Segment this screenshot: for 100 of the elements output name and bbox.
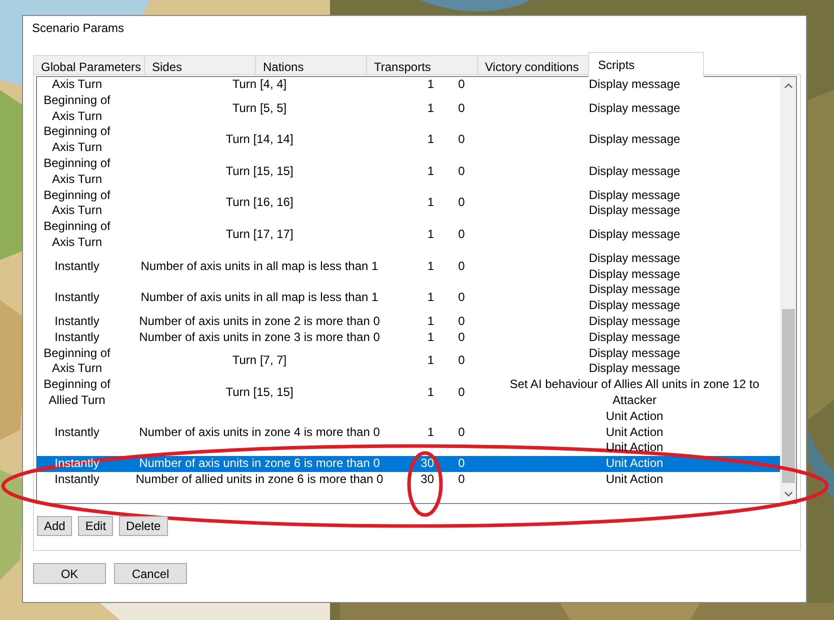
table-cell: 1 [427, 290, 434, 306]
list-button[interactable]: Delete [119, 516, 168, 536]
table-cell: Display message [588, 361, 680, 378]
table-cell: 0 [458, 456, 465, 472]
table-cell: 1 [427, 314, 434, 330]
table-cell: 1 [427, 353, 434, 370]
table-cell: 1 [427, 132, 434, 148]
scroll-down-icon[interactable] [784, 491, 792, 497]
table-row[interactable]: Beginning of Axis Turn Turn [5, 5] 1 0 Display message [37, 92, 780, 124]
table-cell: Display message [588, 77, 680, 93]
table-cell: Turn [7, 7] [232, 353, 287, 370]
table-cell: Display message [588, 314, 680, 330]
table-cell: 1 [427, 77, 434, 93]
table-cell: Display message [588, 346, 680, 362]
dialog-button[interactable]: OK [33, 563, 106, 584]
table-cell: Turn [5, 5] [232, 100, 287, 116]
table-cell-text: Beginning of Axis Turn [42, 219, 112, 251]
table-cell: Unit Action [606, 424, 664, 440]
table-cell: 1 [427, 330, 434, 346]
table-cell: 1 [427, 164, 434, 180]
list-button[interactable]: Edit [78, 516, 114, 536]
table-cell: Number of axis units in zone 3 is more than 0 [139, 330, 380, 346]
dialog-button[interactable]: Cancel [114, 563, 187, 584]
table-cell: 0 [458, 258, 465, 274]
table-cell: Display message [588, 250, 680, 267]
table-cell: 0 [458, 290, 465, 306]
table-cell: 1 [427, 227, 434, 243]
table-cell: 30 [420, 472, 434, 488]
table-cell: 0 [458, 472, 465, 488]
table-row[interactable]: Instantly Number of axis units in all map is less than 1 1 0 Display message Display message [37, 250, 780, 282]
table-row[interactable]: Beginning of Axis Turn Turn [7, 7] 1 0 Display message Display message [37, 346, 780, 378]
table-cell: 1 [427, 258, 434, 274]
table-cell: Display message [588, 330, 680, 346]
table-row[interactable]: Instantly Number of axis units in zone 3 is more than 0 1 0 Display message [37, 330, 780, 346]
selected-row[interactable]: Instantly Number of axis units in zone 6 is more than 0 30 0 Unit Action [37, 456, 780, 472]
table-row[interactable]: Beginning of Allied Turn Turn [15, 15] 1 0 Set AI behaviour of Allies All units in zone 12 to Attacker [37, 377, 780, 409]
table-row[interactable]: Instantly Number of axis units in zone 2 is more than 0 1 0 Display message [37, 314, 780, 330]
table-cell: Display message [588, 100, 680, 116]
table-cell: 0 [458, 353, 465, 370]
table-cell-text: Instantly [54, 258, 100, 274]
table-cell: Number of axis units in zone 4 is more than 0 [139, 424, 380, 440]
table-cell-text: Instantly [54, 290, 100, 306]
table-cell-text: Axis Turn [50, 77, 103, 93]
table-cell: Unit Action [606, 408, 664, 425]
table-cell: 0 [458, 330, 465, 346]
table-cell: 0 [458, 195, 465, 212]
scroll-up-icon[interactable] [784, 83, 792, 89]
tab[interactable]: Scripts [588, 52, 704, 77]
table-cell: 1 [427, 100, 434, 116]
table-cell: 1 [427, 385, 434, 401]
table-cell: Number of axis units in all map is less than 1 [140, 258, 378, 274]
table-cell-text: Beginning of Axis Turn [42, 346, 112, 378]
table-cell-text: Instantly [54, 424, 100, 440]
table-cell-text: Beginning of Axis Turn [42, 92, 112, 124]
table-cell: Turn [14, 14] [226, 132, 294, 148]
table-row[interactable]: Beginning of Axis Turn Turn [17, 17] 1 0 Display message [37, 219, 780, 251]
table-row[interactable]: Instantly Number of allied units in zone 6 is more than 0 30 0 Unit Action [37, 472, 780, 488]
table-cell: Number of axis units in zone 2 is more than 0 [139, 314, 380, 330]
table-cell: Display message [588, 266, 680, 282]
window-title: Scenario Params [32, 20, 124, 36]
table-cell: Turn [15, 15] [226, 385, 294, 401]
scrollbar-thumb[interactable] [782, 309, 794, 483]
table-cell: Turn [4, 4] [232, 77, 287, 93]
scrollbar[interactable] [780, 77, 796, 503]
table-cell: Display message [588, 132, 680, 148]
table-cell: 0 [458, 424, 465, 440]
table-cell: 0 [458, 385, 465, 401]
table-cell: Display message [588, 164, 680, 180]
table-cell-text: Beginning of Axis Turn [42, 156, 112, 188]
table-cell: Display message [588, 203, 680, 220]
table-row[interactable]: Axis Turn Turn [4, 4] 1 0 Display message [37, 77, 780, 93]
table-cell-text: Instantly [54, 472, 100, 488]
table-cell-text: Instantly [54, 330, 100, 346]
table-cell: Display message [588, 298, 680, 314]
table-row[interactable]: Instantly Number of axis units in all map is less than 1 1 0 Display message Display message [37, 282, 780, 314]
table-cell: Display message [588, 282, 680, 298]
table-cell-text: Beginning of Allied Turn [42, 377, 112, 409]
table-cell: Display message [588, 227, 680, 243]
table-cell: Display message [588, 188, 680, 204]
table-cell-text: Instantly [54, 456, 100, 472]
table-cell: Number of axis units in zone 6 is more than 0 [139, 456, 380, 472]
table-row[interactable]: Beginning of Axis Turn Turn [15, 15] 1 0 Display message [37, 156, 780, 188]
table-cell: 0 [458, 77, 465, 93]
table-cell: 1 [427, 424, 434, 440]
table-cell-text: Beginning of Axis Turn [42, 188, 112, 220]
table-cell: Number of allied units in zone 6 is more than 0 [136, 472, 384, 488]
table-cell: Unit Action [606, 456, 664, 472]
table-cell: Turn [17, 17] [226, 227, 294, 243]
table-cell: 30 [420, 456, 434, 472]
table-cell-text: Set AI behaviour of Allies All units in zone 12 to Attacker [508, 377, 760, 409]
table-cell: 0 [458, 132, 465, 148]
table-row[interactable]: Beginning of Axis Turn Turn [16, 16] 1 0 Display message Display message [37, 188, 780, 220]
table-cell: Number of axis units in all map is less than 1 [140, 290, 378, 306]
table-cell: 1 [427, 195, 434, 212]
table-cell-text: Beginning of Axis Turn [42, 124, 112, 156]
table-cell: Unit Action [606, 472, 664, 488]
table-cell: Turn [16, 16] [226, 195, 294, 212]
table-row[interactable]: Beginning of Axis Turn Turn [14, 14] 1 0 Display message [37, 124, 780, 156]
list-button[interactable]: Add [37, 516, 72, 536]
table-cell: Turn [15, 15] [226, 164, 294, 180]
